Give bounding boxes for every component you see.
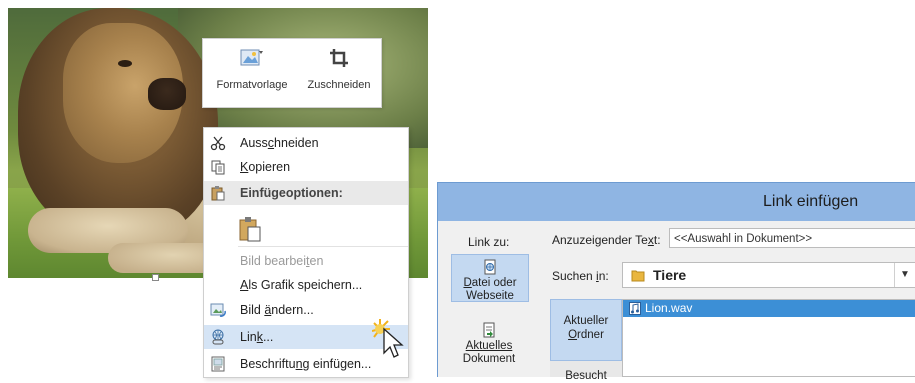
resize-handle-bottom[interactable] — [152, 274, 159, 281]
file-web-accelerator: D — [463, 277, 472, 289]
menu-separator — [238, 246, 408, 247]
file-globe-icon — [484, 259, 496, 275]
context-menu: Ausschneiden Kopieren Einfügeoptionen: B… — [203, 127, 409, 378]
file-web-label: atei oder — [471, 277, 517, 289]
display-text-input[interactable]: <<Auswahl in Dokument>> — [669, 228, 915, 248]
dialog-title: Link einfügen — [763, 193, 859, 210]
cut-label: Auss — [240, 136, 268, 150]
scissors-icon — [210, 136, 226, 151]
paste-options-label: Einfügeoptionen: — [240, 186, 343, 200]
link-to-this-document[interactable]: Aktuelles Dokument — [451, 318, 527, 378]
display-text-label: Anzuzeigender Text: — [552, 233, 661, 247]
look-in-label-post: n: — [598, 269, 609, 283]
link-to-label: Link zu: — [468, 235, 510, 249]
chevron-down-icon[interactable]: ▼ — [894, 263, 915, 287]
insert-caption-label: Beschriftu — [240, 357, 296, 371]
change-picture-icon — [210, 303, 226, 317]
folder-nav: Aktueller Ordner Besucht — [550, 299, 622, 382]
save-picture-label: ls Grafik speichern... — [248, 278, 363, 292]
document-icon — [483, 322, 495, 338]
menu-item-edit-picture: Bild bearbeiten — [204, 249, 408, 273]
audio-file-icon — [629, 302, 641, 315]
link-to-file-or-webpage[interactable]: Datei oder Webseite — [451, 254, 529, 302]
menu-item-cut[interactable]: Ausschneiden — [204, 131, 408, 155]
file-row-lion-wav[interactable]: Lion.wav — [623, 300, 915, 317]
caption-icon — [211, 356, 225, 372]
insert-link-dialog: Link einfügen Link zu: Datei oder Websei… — [437, 182, 915, 382]
insert-caption-label-rest: g einfügen... — [302, 357, 372, 371]
edit-picture-label-rest: en — [309, 254, 324, 268]
crop-button[interactable]: Zuschneiden — [301, 47, 377, 103]
mouse-pointer-icon — [372, 319, 404, 358]
this-document-label-line2: Dokument — [462, 353, 516, 365]
paste-keep-format-icon[interactable] — [238, 216, 262, 242]
lion-nose — [148, 78, 186, 110]
copy-label: opieren — [248, 160, 291, 174]
insert-caption-accelerator: n — [295, 357, 303, 371]
look-in-label-pre: Suchen — [552, 269, 597, 283]
file-name: Lion.wav — [645, 301, 693, 315]
mini-toolbar: Formatvorlage Zuschneiden — [202, 38, 382, 108]
link-label-rest: ... — [262, 330, 274, 344]
style-label: Formatvorlage — [216, 79, 288, 91]
dialog-titlebar[interactable]: Link einfügen — [438, 183, 915, 221]
nav-current-folder[interactable]: Aktueller Ordner — [550, 299, 622, 361]
picture-style-icon — [240, 49, 263, 66]
menu-item-copy[interactable]: Kopieren — [204, 155, 408, 179]
look-in-dropdown[interactable]: Tiere ▼ — [622, 262, 915, 288]
nav-browsed-pages[interactable]: Besucht — [550, 369, 622, 383]
link-label: Lin — [240, 330, 257, 344]
display-text-label-post: t: — [653, 233, 661, 247]
edit-picture-label: Bild bearbei — [240, 254, 307, 268]
lion-eye — [118, 60, 132, 67]
change-picture-label: Bild — [240, 303, 265, 317]
current-folder-label-rest: rdner — [577, 329, 604, 341]
look-in-label: Suchen in: — [552, 269, 609, 283]
paste-icon — [211, 186, 225, 201]
crop-icon — [330, 49, 348, 67]
folder-icon — [631, 270, 645, 282]
crop-label: Zuschneiden — [307, 79, 371, 91]
look-in-value: Tiere — [653, 267, 687, 283]
menu-item-save-as-picture[interactable]: Als Grafik speichern... — [204, 273, 408, 297]
file-list[interactable]: Lion.wav — [622, 299, 915, 377]
paste-options-header: Einfügeoptionen: — [204, 181, 408, 205]
current-folder-accelerator: O — [568, 329, 578, 341]
copy-icon — [211, 160, 225, 175]
display-text-label-pre: Anzuzeigender Te — [552, 233, 648, 247]
this-document-label: Aktuelles — [465, 340, 513, 352]
file-web-label-line2: Webseite — [466, 290, 514, 302]
link-globe-icon — [212, 329, 224, 345]
cut-label-rest: hneiden — [274, 136, 319, 150]
style-button[interactable]: Formatvorlage — [209, 47, 295, 103]
current-folder-label: Aktueller — [563, 315, 609, 327]
change-picture-label-rest: ndern... — [271, 303, 314, 317]
